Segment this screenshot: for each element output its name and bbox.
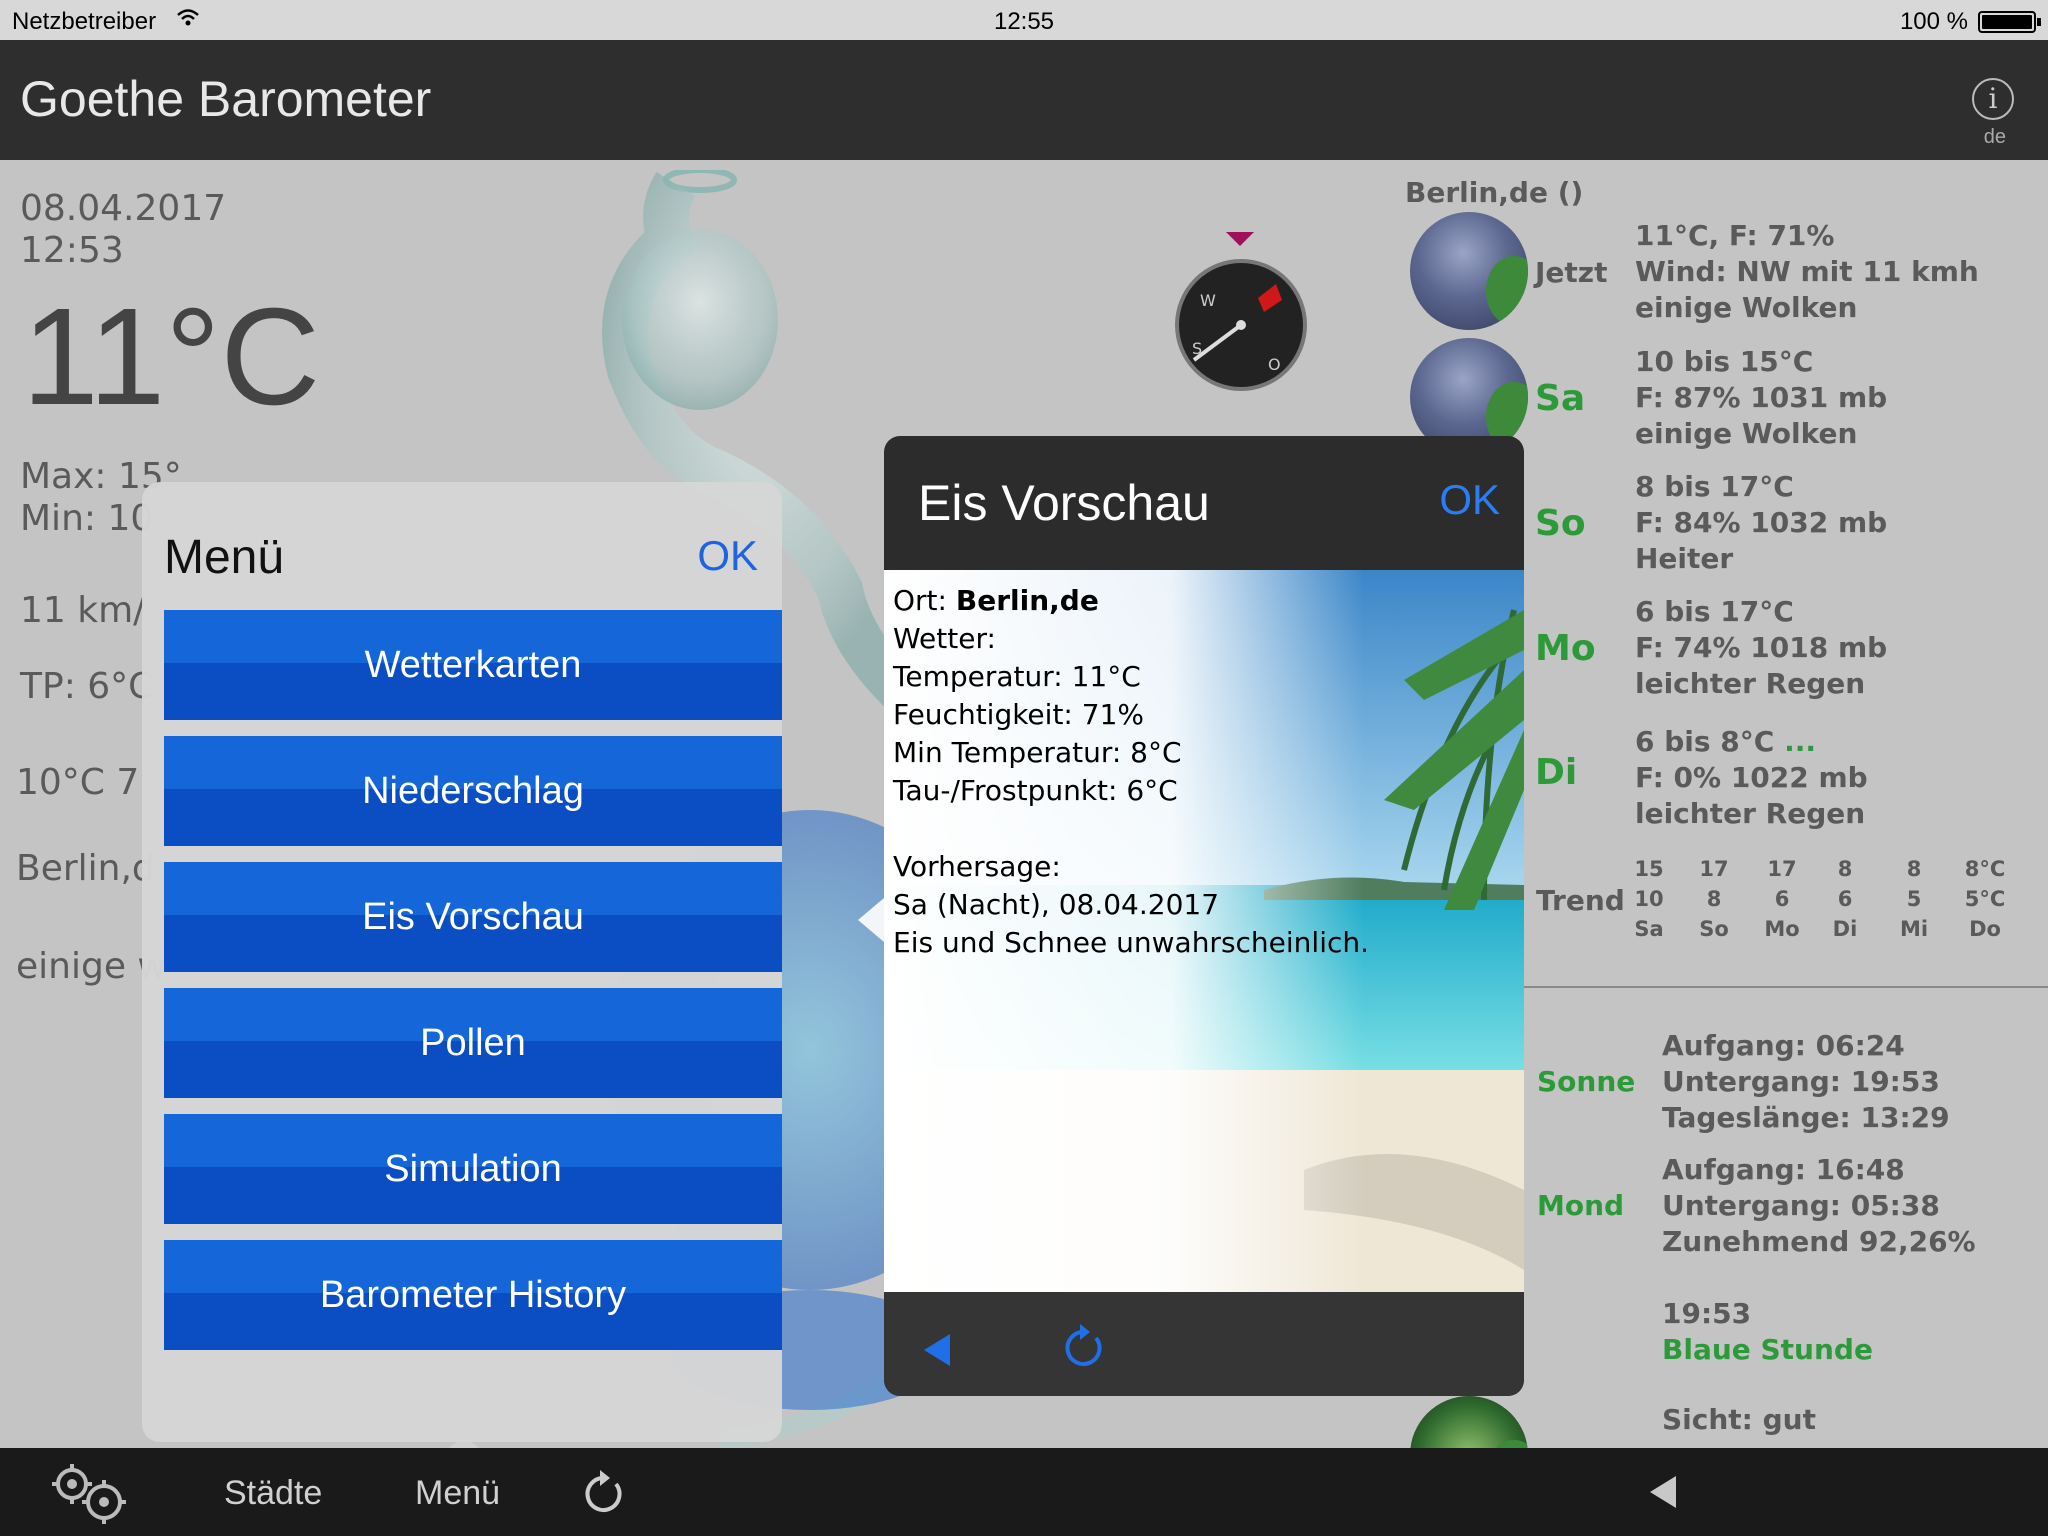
weather-cloudy-icon: [1410, 212, 1528, 330]
compass-east-label: O: [1268, 355, 1281, 374]
trend-label: Trend: [1536, 884, 1625, 917]
day-label-mo[interactable]: Mo: [1535, 628, 1596, 669]
city-name: Berlin,d: [16, 848, 155, 889]
forecast-di: 6 bis 8°C ... F: 0% 1022 mb leichter Rege…: [1635, 725, 1868, 830]
trend-column: 8°C 5°C Do: [1964, 857, 2006, 941]
ice-location-value: Berlin,de: [955, 584, 1099, 617]
trend-column: 15 10 Sa: [1634, 857, 1664, 941]
nav-bar: Goethe Barometer i de: [0, 40, 2048, 160]
back-icon[interactable]: [1650, 1476, 1676, 1508]
info-icon[interactable]: i: [1972, 78, 2014, 120]
visibility-text: Sicht: gut: [1662, 1403, 1816, 1436]
menu-button[interactable]: Menü: [415, 1474, 500, 1513]
day-label-di[interactable]: Di: [1535, 752, 1577, 793]
compass-west-label: W: [1200, 291, 1216, 310]
trend-column: 8 5 Mi: [1899, 857, 1929, 941]
trend-column: 17 8 So: [1699, 857, 1729, 941]
sun-label: Sonne: [1537, 1065, 1636, 1098]
day-label-sa[interactable]: Sa: [1535, 378, 1585, 419]
wind-speed: 11 km/: [20, 590, 146, 631]
status-bar: Netzbetreiber 12:55 100 %: [0, 0, 2048, 40]
back-icon[interactable]: [924, 1334, 950, 1366]
time-text: 12:53: [20, 230, 124, 271]
more-link[interactable]: ...: [1784, 725, 1816, 758]
battery-icon: [1978, 11, 2041, 33]
menu-item-niederschlag[interactable]: Niederschlag: [164, 736, 782, 846]
ice-preview-ok-button[interactable]: OK: [1439, 476, 1500, 524]
min-temperature: Min: 10: [20, 498, 154, 539]
now-forecast: 11°C, F: 71% Wind: NW mit 11 kmh einige Wo…: [1635, 219, 1979, 324]
now-label: Jetzt: [1535, 256, 1608, 289]
bottom-toolbar: Städte Menü: [0, 1448, 2048, 1536]
menu-item-eis-vorschau[interactable]: Eis Vorschau: [164, 862, 782, 972]
menu-title: Menü: [164, 531, 285, 584]
forecast-so: 8 bis 17°C F: 84% 1032 mb Heiter: [1635, 470, 1888, 575]
menu-item-pollen[interactable]: Pollen: [164, 988, 782, 1098]
trend-column: 17 6 Mo: [1764, 857, 1800, 941]
location-header: Berlin,de (): [1405, 176, 1584, 209]
dew-point: TP: 6°C: [20, 666, 154, 707]
date-text: 08.04.2017: [20, 188, 227, 229]
ice-preview-popover: Eis Vorschau OK Ort: Berlin,de Wetter: T…: [884, 436, 1524, 1396]
language-label: de: [1983, 126, 2006, 148]
trend-column: 8 6 Di: [1832, 857, 1858, 941]
menu-popover: Menü OK Wetterkarten Niederschlag Eis Vo…: [142, 482, 782, 1442]
compass-pointer-icon: [1226, 232, 1254, 246]
refresh-icon[interactable]: [1060, 1320, 1106, 1370]
cities-button[interactable]: Städte: [224, 1474, 322, 1513]
menu-item-wetterkarten[interactable]: Wetterkarten: [164, 610, 782, 720]
menu-item-simulation[interactable]: Simulation: [164, 1114, 782, 1224]
ice-preview-title: Eis Vorschau: [918, 475, 1210, 531]
settings-gears-icon[interactable]: [48, 1462, 128, 1524]
forecast-mo: 6 bis 17°C F: 74% 1018 mb leichter Regen: [1635, 595, 1888, 700]
ice-preview-footer: [884, 1292, 1524, 1396]
menu-item-barometer-history[interactable]: Barometer History: [164, 1240, 782, 1350]
compass-south-label: S: [1192, 339, 1202, 358]
popover-arrow-icon: [858, 898, 884, 942]
forecast-sa: 10 bis 15°C F: 87% 1031 mb einige Wolken: [1635, 345, 1888, 450]
blue-hour: 19:53 Blaue Stunde: [1662, 1297, 1873, 1366]
day-label-so[interactable]: So: [1535, 503, 1586, 544]
ice-preview-text: Ort: Berlin,de Wetter: Temperatur: 11°C …: [893, 584, 1370, 959]
refresh-icon[interactable]: [580, 1466, 626, 1516]
wind-compass: W S O: [1175, 259, 1307, 391]
menu-ok-button[interactable]: OK: [697, 532, 758, 580]
section-divider: [1520, 986, 2048, 988]
moon-times: Aufgang: 16:48 Untergang: 05:38 Zunehmend …: [1662, 1153, 1976, 1258]
battery-percent: 100 %: [1899, 8, 1968, 35]
app-title: Goethe Barometer: [20, 71, 432, 127]
observation-summary: 10°C 7: [16, 762, 140, 803]
moon-label: Mond: [1537, 1189, 1625, 1222]
status-time: 12:55: [993, 8, 1055, 35]
sun-times: Aufgang: 06:24 Untergang: 19:53 Tageslänge…: [1662, 1029, 1950, 1134]
current-temperature: 11°C: [22, 280, 321, 434]
ice-preview-content: Ort: Berlin,de Wetter: Temperatur: 11°C …: [884, 570, 1524, 1292]
